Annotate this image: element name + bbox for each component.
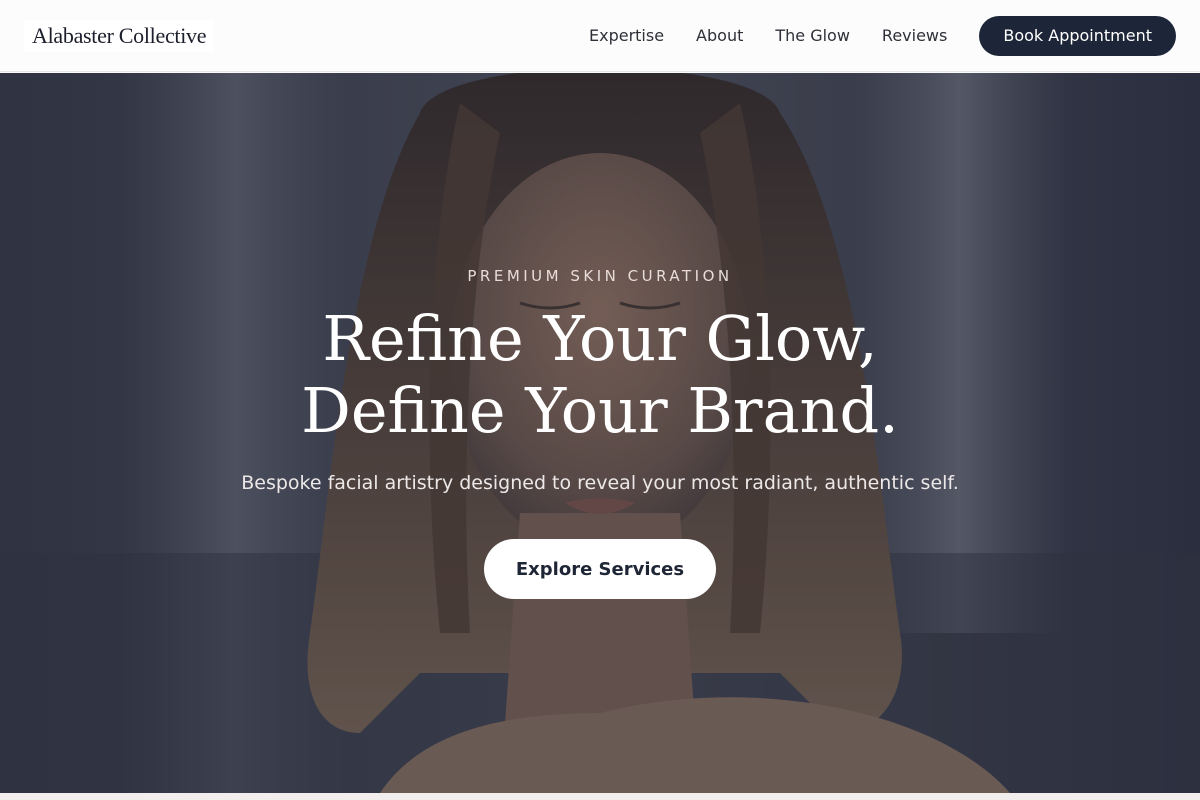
hero-subtitle: Bespoke facial artistry designed to reve…	[241, 472, 959, 494]
nav-link-reviews[interactable]: Reviews	[882, 26, 947, 45]
hero-content: PREMIUM SKIN CURATION Refine Your Glow, …	[0, 73, 1200, 793]
nav-link-the-glow[interactable]: The Glow	[775, 26, 850, 45]
hero-title-line-2: Define Your Brand.	[301, 374, 899, 447]
nav-link-about[interactable]: About	[696, 26, 743, 45]
main-nav: Expertise About The Glow Reviews Book Ap…	[589, 15, 1176, 56]
book-appointment-button[interactable]: Book Appointment	[979, 15, 1176, 56]
hero-title: Refine Your Glow, Define Your Brand.	[0, 303, 1200, 447]
site-header: Alabaster Collective Expertise About The…	[0, 0, 1200, 72]
logo[interactable]: Alabaster Collective	[24, 19, 215, 52]
logo-text: Alabaster Collective	[32, 22, 207, 48]
next-section-edge	[0, 793, 1200, 800]
hero-title-line-1: Refine Your Glow,	[322, 302, 878, 375]
hero-section: PREMIUM SKIN CURATION Refine Your Glow, …	[0, 73, 1200, 793]
nav-link-expertise[interactable]: Expertise	[589, 26, 664, 45]
hero-eyebrow: PREMIUM SKIN CURATION	[467, 267, 733, 285]
explore-services-button[interactable]: Explore Services	[484, 539, 716, 599]
